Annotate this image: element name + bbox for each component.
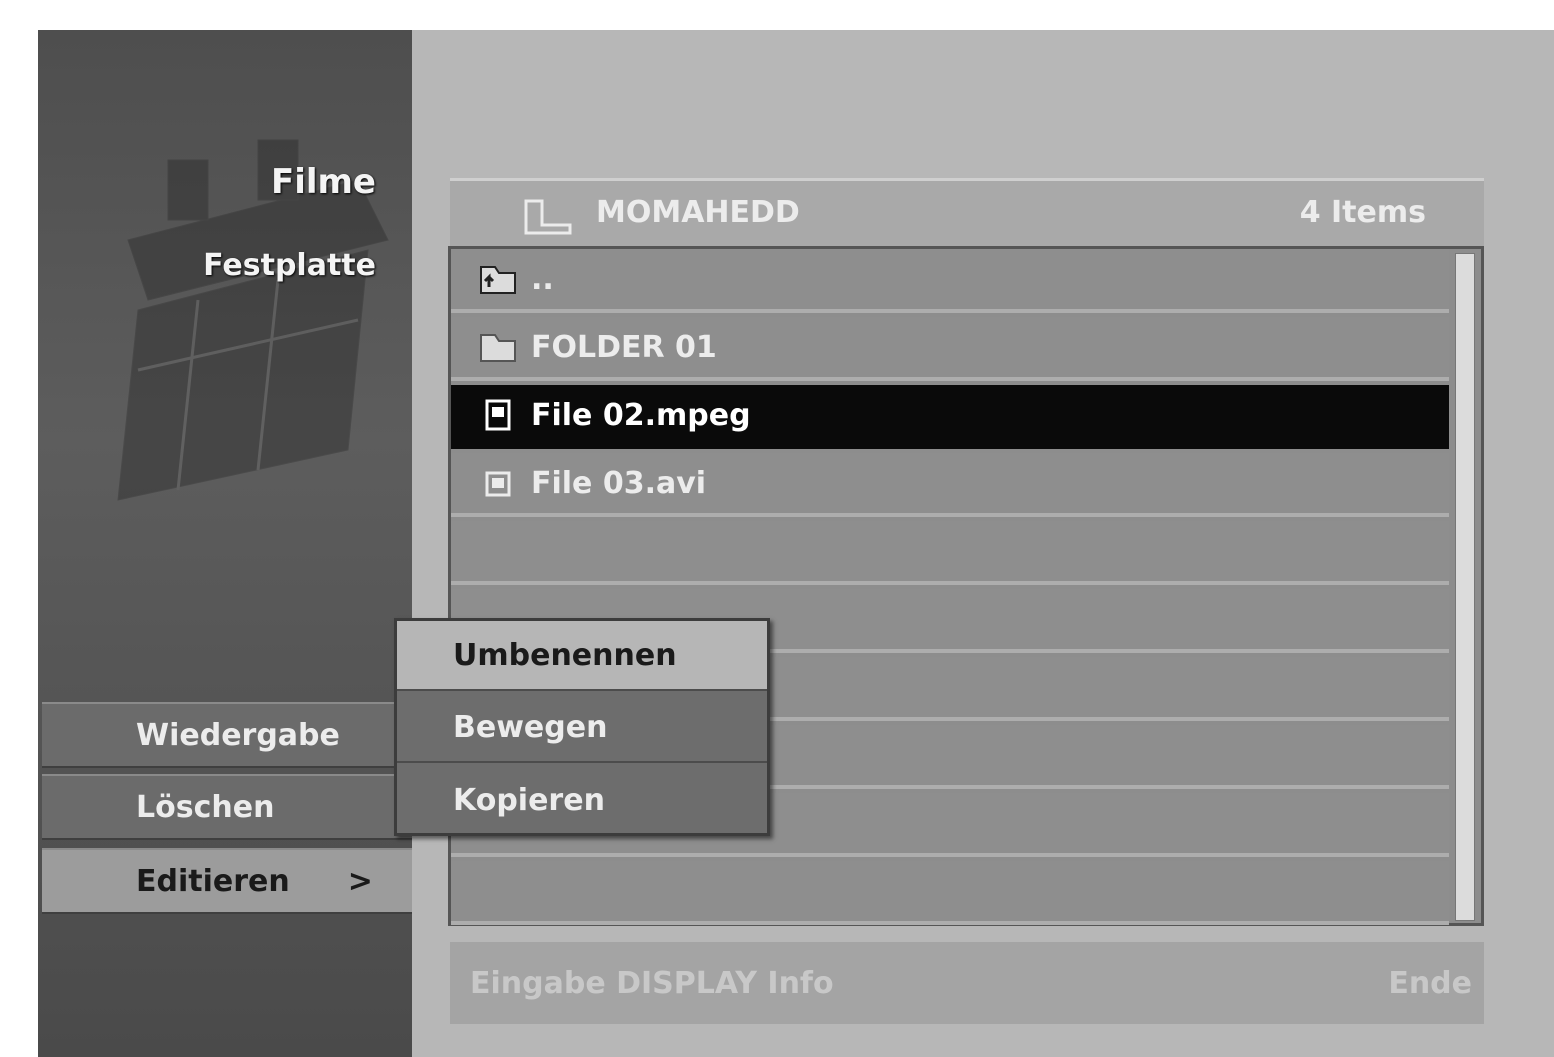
footer-hints: Eingabe DISPLAY Info Ende — [450, 942, 1484, 1024]
list-item-file[interactable]: File 03.avi — [451, 453, 1449, 517]
menu-item-delete[interactable]: Löschen — [42, 774, 412, 840]
submenu-item-label: Umbenennen — [453, 637, 677, 673]
edit-submenu: Umbenennen Bewegen Kopieren — [394, 618, 770, 836]
footer-hint-exit: Ende — [1388, 966, 1472, 1001]
submenu-item-label: Kopieren — [453, 782, 605, 818]
list-item-file[interactable]: File 02.mpeg — [451, 385, 1449, 449]
list-item-folder[interactable]: FOLDER 01 — [451, 317, 1449, 381]
list-item-empty — [451, 521, 1449, 585]
list-item-label: FOLDER 01 — [531, 329, 717, 365]
menu-item-edit[interactable]: Editieren > — [42, 848, 412, 914]
parent-folder-icon — [480, 266, 516, 294]
item-count: 4 Items — [1299, 195, 1426, 230]
mode-title: Filme — [270, 162, 376, 202]
list-item-label: File 02.mpeg — [531, 397, 751, 433]
chevron-right-icon: > — [347, 863, 373, 899]
video-file-icon — [485, 399, 511, 431]
folder-icon — [524, 199, 572, 235]
list-item-label: File 03.avi — [531, 465, 707, 501]
screen: Filme Festplatte Wiedergabe Löschen Edit… — [38, 30, 1554, 1057]
submenu-item-rename[interactable]: Umbenennen — [397, 621, 767, 691]
scrollbar[interactable] — [1455, 253, 1475, 921]
menu-item-label: Löschen — [136, 789, 275, 825]
footer-hint-left: Eingabe DISPLAY Info — [470, 966, 834, 1001]
menu-item-label: Wiedergabe — [136, 717, 340, 753]
list-item-empty — [451, 861, 1449, 925]
video-file-icon — [485, 471, 511, 497]
submenu-item-label: Bewegen — [453, 709, 608, 745]
sidebar: Filme Festplatte Wiedergabe Löschen Edit… — [38, 30, 412, 1057]
submenu-item-copy[interactable]: Kopieren — [397, 765, 767, 835]
mode-subtitle: Festplatte — [203, 248, 376, 283]
menu-item-label: Editieren — [136, 863, 290, 899]
list-item-label: .. — [531, 261, 554, 297]
folder-icon — [480, 334, 516, 362]
menu-item-play[interactable]: Wiedergabe — [42, 702, 412, 768]
submenu-item-move[interactable]: Bewegen — [397, 693, 767, 763]
current-folder-name: MOMAHEDD — [596, 195, 800, 230]
list-item-parent[interactable]: .. — [451, 249, 1449, 313]
